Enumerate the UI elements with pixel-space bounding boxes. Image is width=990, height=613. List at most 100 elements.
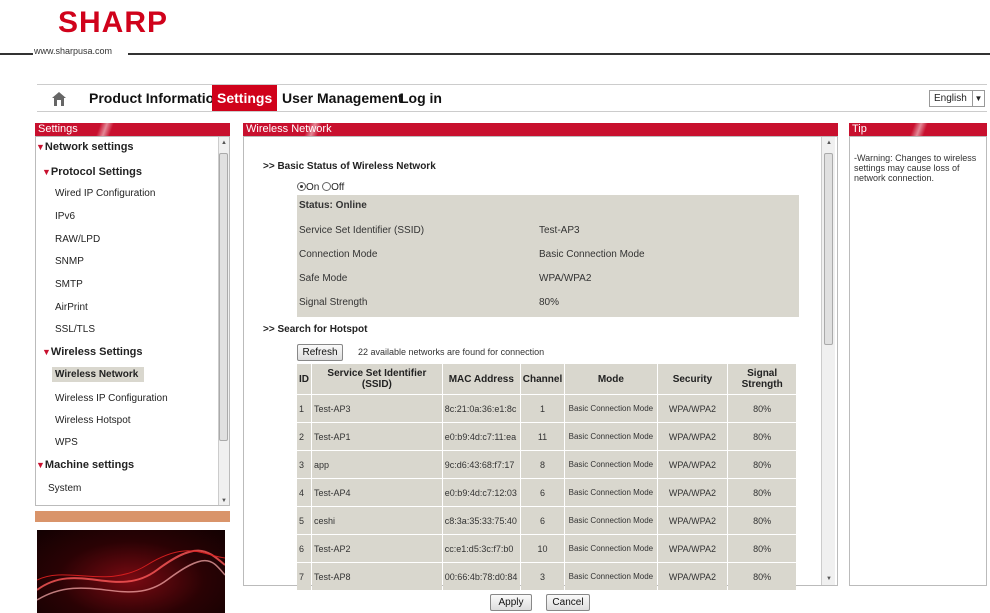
cell-id: 1 [297,395,311,422]
col-id: ID [297,364,311,394]
cell-ssid: Test-AP1 [312,423,442,450]
cell-mac: cc:e1:d5:3c:f7:b0 [442,535,520,562]
cell-channel: 10 [520,535,565,562]
promo-image [37,530,225,613]
col-ssid: Service Set Identifier (SSID) [312,364,442,394]
sidebar-item-snmp[interactable]: SNMP [55,256,84,267]
scroll-up-icon[interactable]: ▲ [826,140,832,146]
cancel-button[interactable]: Cancel [546,594,590,611]
settings-sidebar: ▼Network settings ▼Protocol Settings Wir… [35,136,230,506]
scroll-up-icon[interactable]: ▲ [221,140,227,146]
sidebar-item-wired-ip-configuration[interactable]: Wired IP Configuration [55,188,155,199]
table-row[interactable]: 5 ceshi c8:3a:35:33:75:40 6 Basic Connection… [297,507,796,534]
sidebar-accent-bar [35,511,230,522]
nav-settings[interactable]: Settings [212,85,278,111]
cell-mac: c8:3a:35:33:75:40 [442,507,520,534]
cell-security: WPA/WPA2 [657,479,728,506]
refresh-button[interactable]: Refresh [297,344,343,361]
sidebar-subgroup-wireless-settings[interactable]: ▼Wireless Settings [42,346,143,358]
radio-off-label[interactable]: Off [331,182,344,193]
col-mode: Mode [565,364,657,394]
main-scroll-thumb[interactable] [824,153,833,345]
expand-triangle-icon: ▼ [42,167,51,177]
status-text: Status: Online [299,200,367,211]
sidebar-item-wps[interactable]: WPS [55,437,78,448]
cell-ssid: Test-AP3 [312,395,442,422]
cell-signal: 80% [728,423,796,450]
home-icon[interactable] [51,91,67,107]
networks-found-text: 22 available networks are found for conn… [358,347,545,357]
cell-mac: 9c:d6:43:68:f7:17 [442,451,520,478]
tip-panel [849,136,987,586]
nav-user-management[interactable]: User Management [282,85,403,111]
sidebar-item-raw-lpd[interactable]: RAW/LPD [55,234,100,245]
ssid-label: Service Set Identifier (SSID) [299,225,425,236]
top-nav: Product Information Settings User Manage… [37,84,987,112]
tip-header: Tip [849,123,987,136]
col-security: Security [657,364,728,394]
header-rule [0,51,990,57]
sidebar-item-ssl-tls[interactable]: SSL/TLS [55,324,95,335]
cell-security: WPA/WPA2 [657,451,728,478]
cell-id: 6 [297,535,311,562]
cell-mode: Basic Connection Mode [565,507,657,534]
sidebar-item-wireless-network[interactable]: Wireless Network [52,367,145,382]
scroll-down-icon[interactable]: ▼ [221,498,227,504]
main-header: Wireless Network [243,123,838,136]
connection-mode-value: Basic Connection Mode [539,249,645,260]
sidebar-group-machine-settings[interactable]: ▼Machine settings [36,459,134,471]
hotspot-table: ID Service Set Identifier (SSID) MAC Add… [296,363,797,591]
language-value: English [934,93,967,104]
sidebar-item-system[interactable]: System [48,483,81,494]
cell-mac: e0:b9:4d:c7:11:ea [442,423,520,450]
signal-strength-value: 80% [539,297,560,308]
sidebar-item-wireless-ip-configuration[interactable]: Wireless IP Configuration [55,393,168,404]
cell-ssid: Test-AP8 [312,563,442,590]
cell-security: WPA/WPA2 [657,535,728,562]
sidebar-header: Settings [35,123,230,136]
cell-ssid: Test-AP2 [312,535,442,562]
radio-off[interactable] [322,182,332,191]
cell-id: 3 [297,451,311,478]
cell-channel: 11 [520,423,565,450]
sidebar-group-network-settings[interactable]: ▼Network settings [36,141,134,153]
table-row[interactable]: 2 Test-AP1 e0:b9:4d:c7:11:ea 11 Basic Connec… [297,423,796,450]
sharp-logo: SHARP [58,6,169,39]
radio-on[interactable] [297,182,306,191]
cell-signal: 80% [728,479,796,506]
safe-mode-label: Safe Mode [299,273,348,284]
cell-signal: 80% [728,451,796,478]
expand-triangle-icon: ▼ [36,142,45,152]
radio-on-label[interactable]: On [306,182,319,193]
language-select[interactable]: English ▼ [929,90,985,107]
sidebar-scroll-thumb[interactable] [219,153,228,441]
sidebar-item-smtp[interactable]: SMTP [55,279,83,290]
cell-signal: 80% [728,535,796,562]
sidebar-item-airprint[interactable]: AirPrint [55,302,88,313]
table-row[interactable]: 7 Test-AP8 00:66:4b:78:d0:84 3 Basic Connect… [297,563,796,590]
cell-id: 7 [297,563,311,590]
sidebar-item-ipv6[interactable]: IPv6 [55,211,75,222]
cell-ssid: app [312,451,442,478]
sidebar-item-wireless-hotspot[interactable]: Wireless Hotspot [55,415,131,426]
apply-button[interactable]: Apply [490,594,532,611]
table-row[interactable]: 6 Test-AP2 cc:e1:d5:3c:f7:b0 10 Basic Connec… [297,535,796,562]
cell-signal: 80% [728,563,796,590]
main-scrollbar[interactable]: ▲ ▼ [821,137,835,585]
col-mac: MAC Address [442,364,520,394]
nav-product-information[interactable]: Product Information [89,85,223,111]
connection-mode-label: Connection Mode [299,249,378,260]
table-row[interactable]: 1 Test-AP3 8c:21:0a:36:e1:8c 1 Basic Connect… [297,395,796,422]
site-url: www.sharpusa.com [34,46,113,56]
nav-log-in[interactable]: Log in [400,85,442,111]
scroll-down-icon[interactable]: ▼ [826,576,832,582]
expand-triangle-icon: ▼ [36,460,45,470]
table-header-row: ID Service Set Identifier (SSID) MAC Add… [297,364,796,394]
cell-security: WPA/WPA2 [657,423,728,450]
dropdown-arrow-icon[interactable]: ▼ [972,91,984,106]
sidebar-subgroup-protocol-settings[interactable]: ▼Protocol Settings [42,166,142,178]
table-row[interactable]: 4 Test-AP4 e0:b9:4d:c7:12:03 6 Basic Connect… [297,479,796,506]
cell-mac: e0:b9:4d:c7:12:03 [442,479,520,506]
sidebar-scrollbar[interactable]: ▲ ▼ [218,137,229,505]
table-row[interactable]: 3 app 9c:d6:43:68:f7:17 8 Basic Connection M… [297,451,796,478]
